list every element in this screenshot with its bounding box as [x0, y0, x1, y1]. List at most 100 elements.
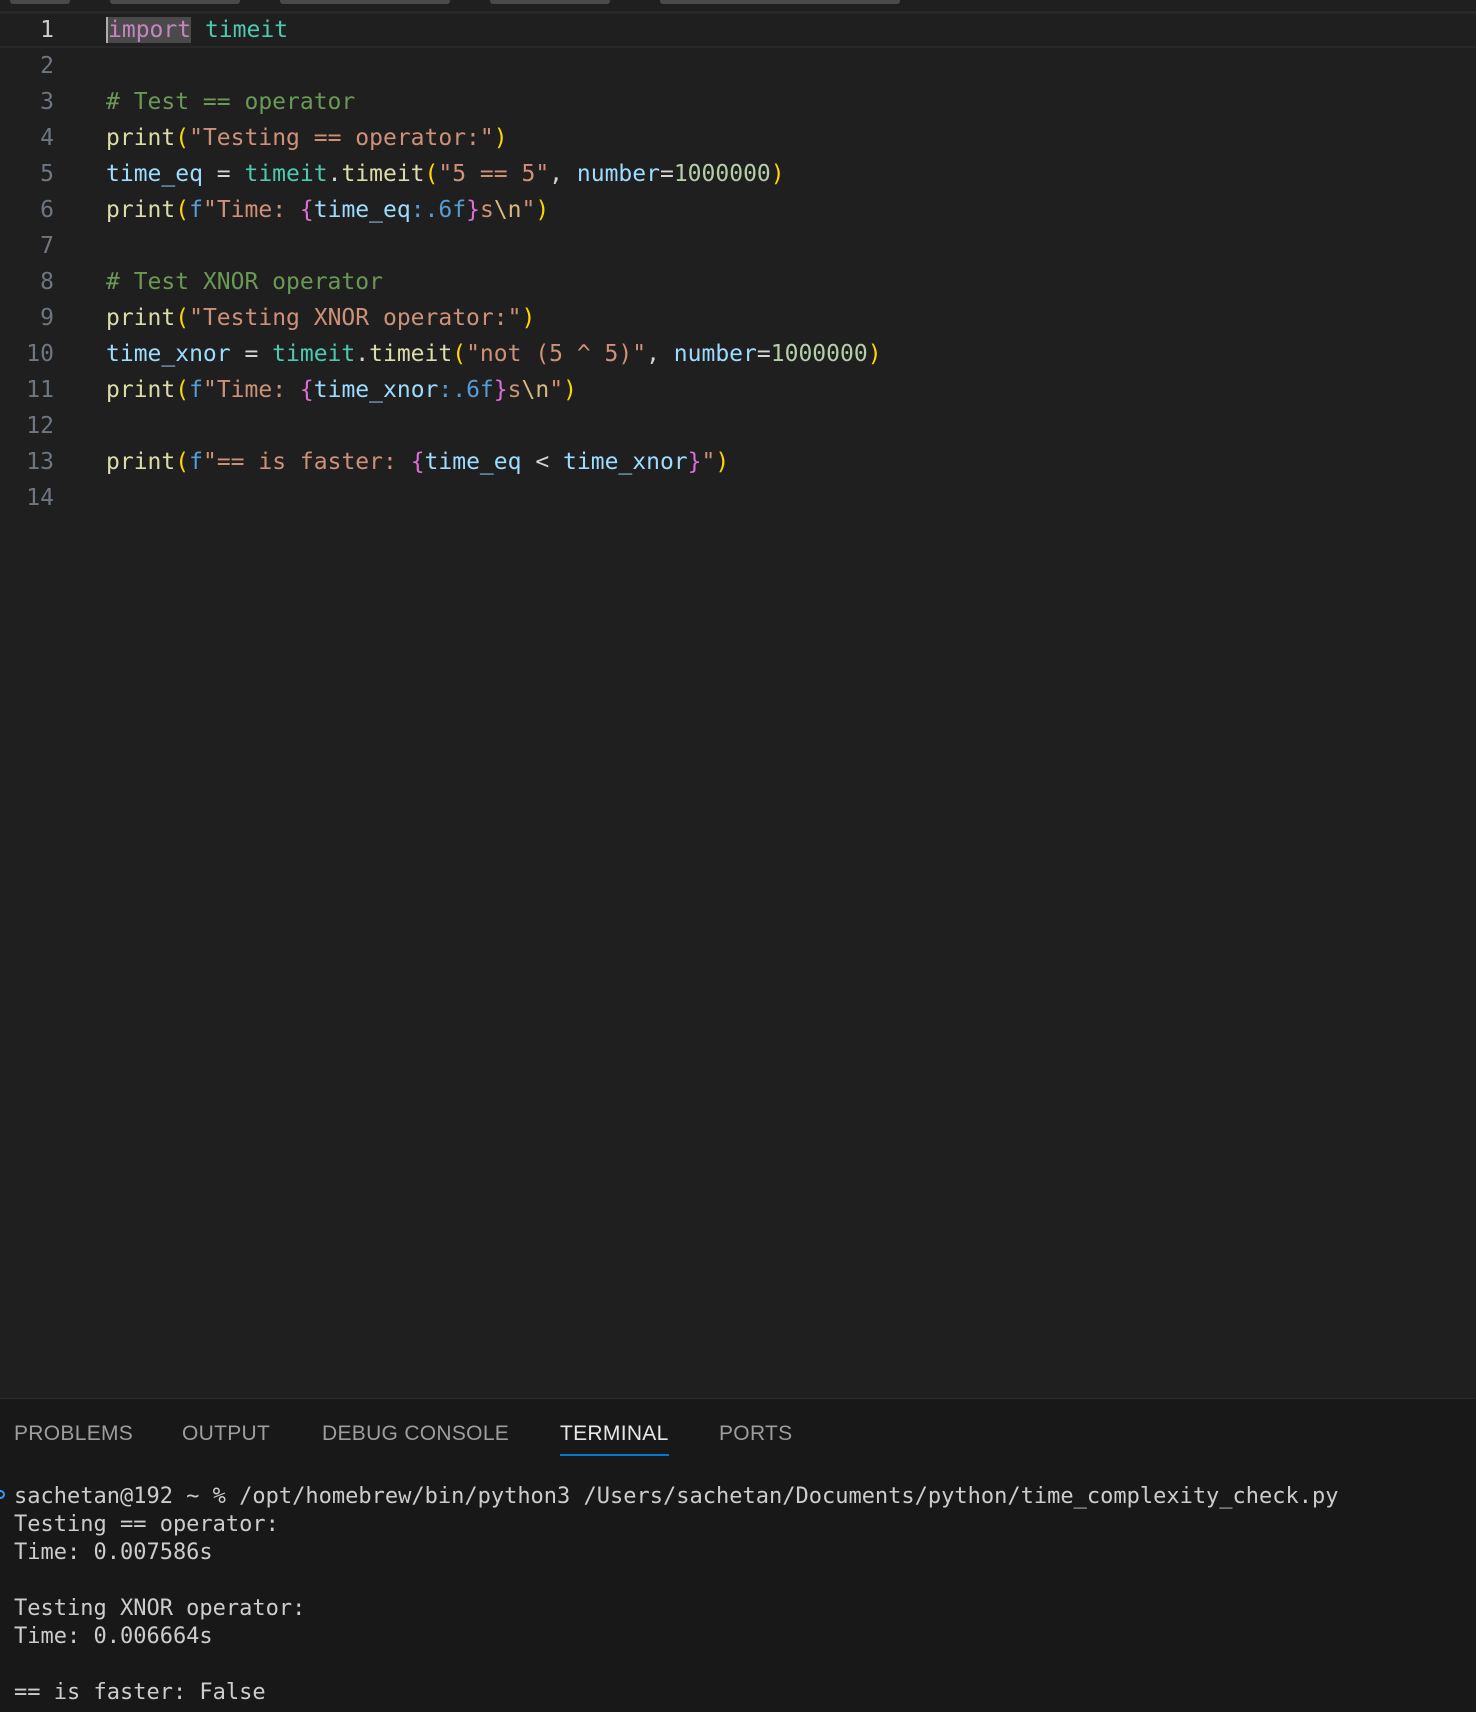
- code-token: .: [355, 341, 370, 367]
- code-token: # Test == operator: [106, 89, 356, 115]
- tab-problems[interactable]: PROBLEMS: [14, 1421, 133, 1447]
- panel-tabs: PROBLEMS OUTPUT DEBUG CONSOLE TERMINAL P…: [0, 1399, 1476, 1459]
- code-token: {: [299, 377, 314, 403]
- code-token: }: [493, 377, 508, 403]
- breadcrumb-segment[interactable]: [490, 0, 610, 4]
- breadcrumb-segment[interactable]: [110, 0, 240, 4]
- code-token: :.6f: [410, 197, 467, 223]
- code-line[interactable]: 5 time_eq = timeit.timeit("5 == 5", numbe…: [0, 156, 1476, 192]
- code-token: ,: [549, 161, 577, 187]
- code-line[interactable]: 9 print("Testing XNOR operator:"): [0, 300, 1476, 336]
- code-token: time_xnor: [313, 377, 439, 403]
- code-token: f: [189, 377, 203, 403]
- code-token: ": [521, 197, 536, 223]
- code-token: =: [202, 161, 245, 187]
- code-line[interactable]: 8 # Test XNOR operator: [0, 264, 1476, 300]
- tab-terminal[interactable]: TERMINAL: [560, 1421, 669, 1456]
- code-text: print(f"== is faster: {time_eq < time_xn…: [106, 444, 729, 480]
- code-token: s: [507, 377, 522, 403]
- code-token: }: [466, 197, 480, 223]
- code-token: "5 == 5": [438, 161, 550, 187]
- line-number: 14: [26, 485, 54, 511]
- code-token: import: [106, 17, 192, 43]
- code-line[interactable]: 2: [0, 48, 1476, 84]
- code-token: "Testing == operator:": [189, 125, 494, 151]
- code-token: ): [563, 377, 577, 403]
- code-token: "== is faster:: [202, 449, 411, 475]
- code-line[interactable]: 11 print(f"Time: {time_xnor:.6f}s\n"): [0, 372, 1476, 408]
- code-token: print: [106, 197, 176, 223]
- code-token: {: [299, 197, 314, 223]
- code-token: "Time:: [202, 377, 300, 403]
- line-number: 4: [40, 125, 54, 151]
- code-text: time_xnor = timeit.timeit("not (5 ^ 5)",…: [106, 336, 882, 372]
- code-line[interactable]: 7: [0, 228, 1476, 264]
- terminal-command-line: sachetan@192 ~ % /opt/homebrew/bin/pytho…: [14, 1484, 1339, 1509]
- terminal-output-line: Testing XNOR operator:: [14, 1596, 306, 1621]
- bottom-panel: PROBLEMS OUTPUT DEBUG CONSOLE TERMINAL P…: [0, 1398, 1476, 1712]
- code-token: time_eq: [106, 161, 203, 187]
- line-number: 11: [26, 377, 54, 403]
- code-token: time_xnor: [563, 449, 688, 475]
- vscode-window: 1 import timeit 2 3 # Test == operator 4 print…: [0, 0, 1476, 1712]
- code-token: time_eq: [424, 449, 522, 475]
- line-number: 10: [26, 341, 54, 367]
- tab-debug-console[interactable]: DEBUG CONSOLE: [322, 1421, 509, 1447]
- code-text: import timeit: [106, 14, 288, 46]
- code-token: timeit: [244, 161, 328, 187]
- terminal-output-line: == is faster: False: [14, 1680, 266, 1705]
- code-line[interactable]: 14: [0, 480, 1476, 516]
- code-token: ,: [646, 341, 674, 367]
- line-number: 6: [40, 197, 54, 223]
- code-token: 1000000: [673, 161, 771, 187]
- line-number: 12: [26, 413, 54, 439]
- terminal-output[interactable]: sachetan@192 ~ % /opt/homebrew/bin/pytho…: [14, 1483, 1464, 1707]
- code-line[interactable]: 6 print(f"Time: {time_eq:.6f}s\n"): [0, 192, 1476, 228]
- terminal-output-line: Testing == operator:: [14, 1512, 279, 1537]
- code-token: timeit: [272, 341, 356, 367]
- code-text: print(f"Time: {time_xnor:.6f}s\n"): [106, 372, 577, 408]
- code-token: =: [659, 161, 674, 187]
- code-token: {: [410, 449, 425, 475]
- tab-ports[interactable]: PORTS: [719, 1421, 792, 1447]
- code-token: print: [106, 125, 176, 151]
- code-token: # Test XNOR operator: [106, 269, 383, 295]
- code-line[interactable]: 3 # Test == operator: [0, 84, 1476, 120]
- code-token: ): [493, 125, 508, 151]
- code-line[interactable]: 13 print(f"== is faster: {time_eq < time_…: [0, 444, 1476, 480]
- code-token: "not (5 ^ 5)": [466, 341, 647, 367]
- code-line[interactable]: 12: [0, 408, 1476, 444]
- code-token: ": [549, 377, 564, 403]
- code-token: (: [175, 377, 190, 403]
- code-token: (: [175, 449, 190, 475]
- breadcrumb-segment[interactable]: [10, 0, 70, 4]
- code-token: (: [175, 197, 190, 223]
- code-token: timeit: [341, 161, 425, 187]
- line-number: 3: [40, 89, 54, 115]
- code-text: time_eq = timeit.timeit("5 == 5", number…: [106, 156, 785, 192]
- line-number: 2: [40, 53, 54, 79]
- breadcrumb-segment[interactable]: [280, 0, 450, 4]
- code-line[interactable]: 4 print("Testing == operator:"): [0, 120, 1476, 156]
- code-token: number: [576, 161, 660, 187]
- code-text: print("Testing == operator:"): [106, 120, 508, 156]
- code-token: ): [867, 341, 882, 367]
- code-token: :.6f: [438, 377, 494, 403]
- line-number: 9: [40, 305, 54, 331]
- code-editor[interactable]: 1 import timeit 2 3 # Test == operator 4 print…: [0, 0, 1476, 1398]
- code-token: s: [479, 197, 494, 223]
- code-token: ": [701, 449, 716, 475]
- code-token: }: [687, 449, 702, 475]
- code-token: time_xnor: [106, 341, 231, 367]
- code-token: ): [521, 305, 536, 331]
- line-number: 1: [40, 17, 54, 43]
- code-line[interactable]: 10 time_xnor = timeit.timeit("not (5 ^ 5)…: [0, 336, 1476, 372]
- terminal-output-line: Time: 0.006664s: [14, 1624, 213, 1649]
- code-token: timeit: [369, 341, 453, 367]
- code-line[interactable]: 1 import timeit: [0, 12, 1476, 48]
- tab-output[interactable]: OUTPUT: [182, 1421, 270, 1447]
- code-token: \n: [493, 197, 522, 223]
- code-token: (: [175, 125, 190, 151]
- breadcrumb-segment[interactable]: [660, 0, 900, 4]
- terminal-output-line: Time: 0.007586s: [14, 1540, 213, 1565]
